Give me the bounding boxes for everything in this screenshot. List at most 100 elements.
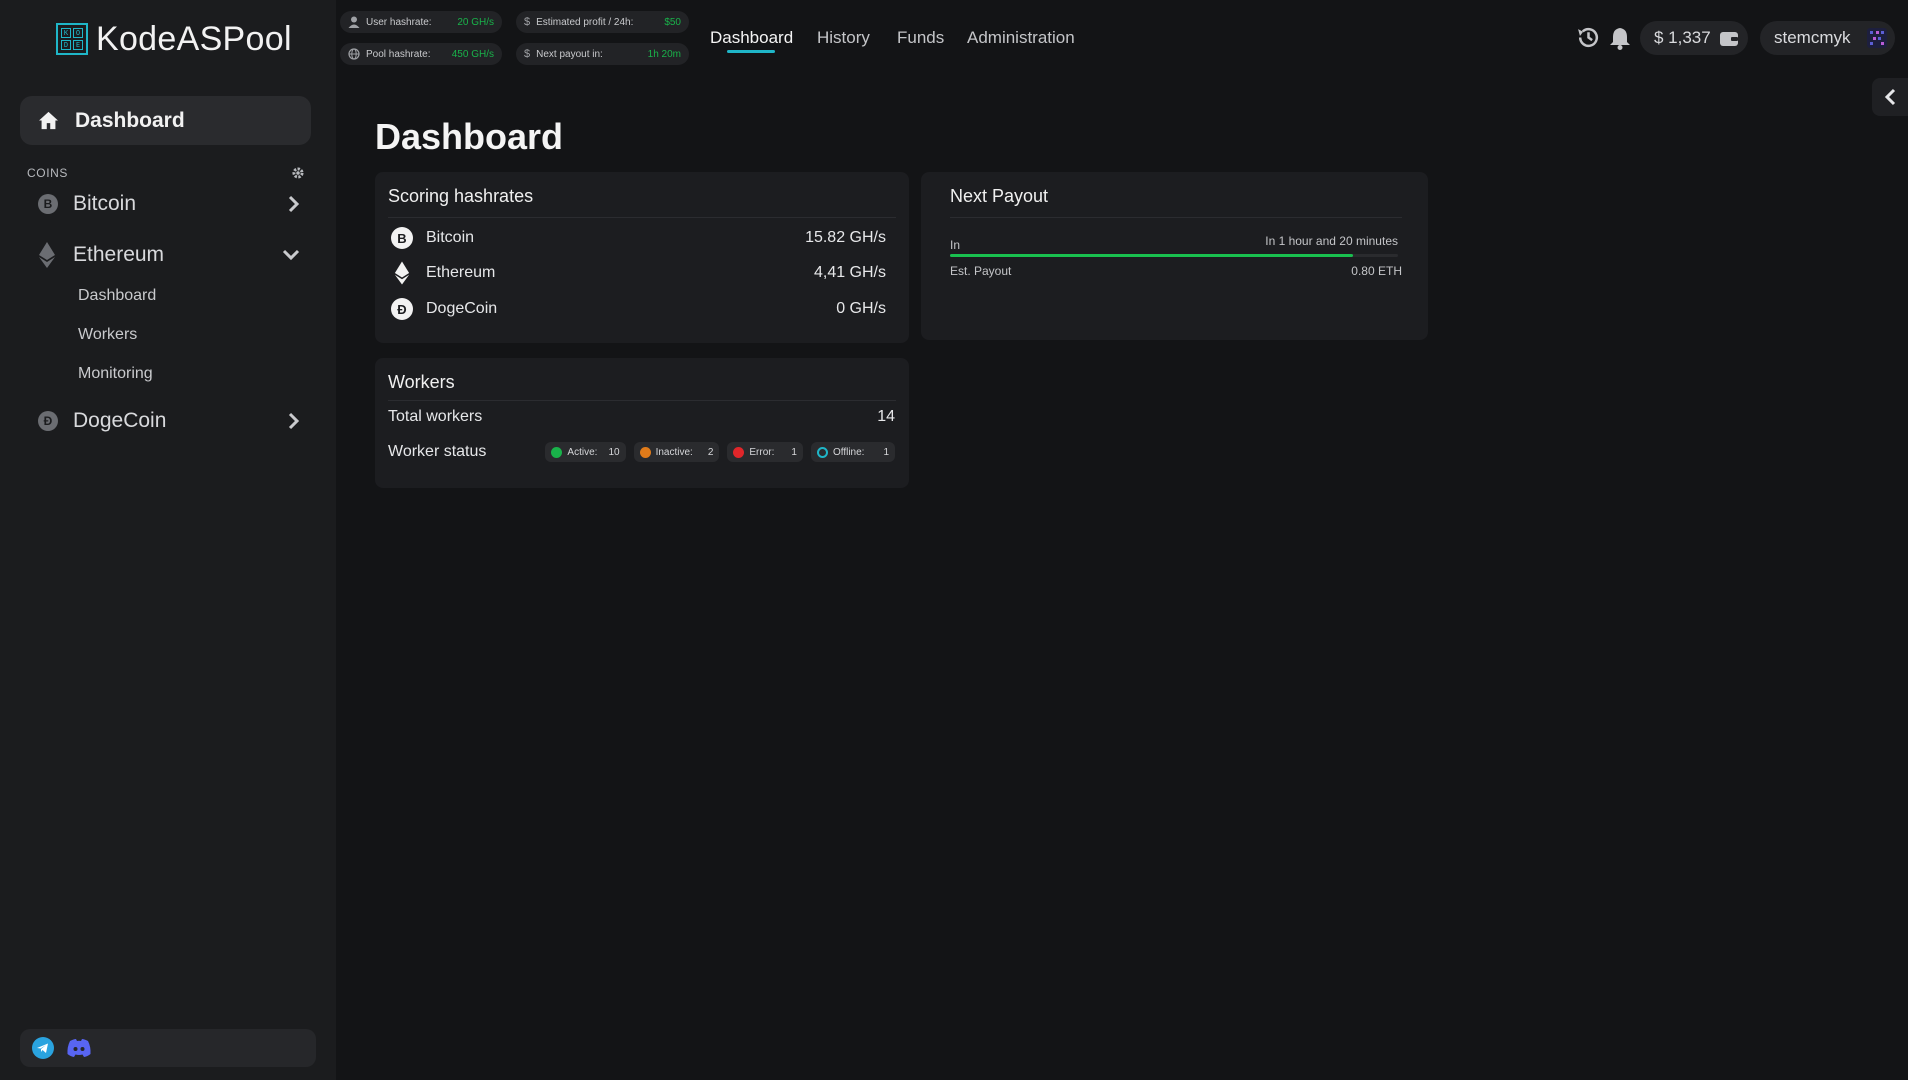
card-title: Next Payout bbox=[950, 186, 1049, 206]
scoring-hashrates-card: Scoring hashrates B Bitcoin 15.82 GH/s Et… bbox=[375, 172, 909, 343]
nav-history[interactable]: History bbox=[817, 28, 870, 48]
collapse-panel-button[interactable] bbox=[1872, 78, 1908, 116]
worker-status-badges: Active: 10 Inactive: 2 Error: 1 Offline:… bbox=[545, 442, 895, 462]
stat-label: Estimated profit / 24h: bbox=[536, 16, 634, 28]
payout-in-value: In 1 hour and 20 minutes bbox=[1265, 234, 1398, 248]
sidebar-item-dogecoin[interactable]: Đ DogeCoin bbox=[38, 409, 300, 433]
power-icon bbox=[816, 446, 828, 458]
sidebar-item-label: Bitcoin bbox=[73, 192, 137, 215]
ethereum-icon bbox=[391, 261, 413, 285]
page-title: Dashboard bbox=[375, 116, 564, 157]
total-workers-row: Total workers 14 bbox=[388, 408, 895, 426]
hashrate-row-bitcoin: B Bitcoin 15.82 GH/s bbox=[391, 227, 886, 249]
user-icon bbox=[348, 16, 360, 28]
payout-in-label: In bbox=[950, 238, 961, 252]
status-label: Active: bbox=[567, 446, 598, 458]
hashrate-row-ethereum: Ethereum 4,41 GH/s bbox=[391, 261, 886, 285]
logo-letter: D bbox=[61, 40, 71, 50]
chevron-left-icon bbox=[1884, 88, 1896, 106]
bell-icon[interactable] bbox=[1609, 26, 1631, 50]
sidebar-item-label: Dashboard bbox=[75, 108, 185, 132]
down-arrow-icon bbox=[639, 446, 651, 458]
brand-logo[interactable]: K O D E KodeASPool bbox=[56, 19, 292, 58]
dollar-icon: $ bbox=[524, 48, 531, 60]
stat-value: $50 bbox=[664, 16, 681, 28]
card-divider bbox=[950, 217, 1402, 218]
hashrate-value: 0 GH/s bbox=[836, 300, 886, 317]
chevron-down-icon bbox=[282, 249, 300, 261]
user-hashrate-pill: User hashrate: 20 GH/s bbox=[340, 11, 502, 33]
bitcoin-icon: B bbox=[38, 194, 58, 214]
sidebar-item-bitcoin[interactable]: B Bitcoin bbox=[38, 192, 300, 216]
telegram-icon[interactable] bbox=[32, 1037, 54, 1059]
stat-label: Pool hashrate: bbox=[366, 48, 431, 60]
logo-letter: K bbox=[61, 28, 71, 38]
sidebar-subitem-monitoring[interactable]: Monitoring bbox=[78, 365, 153, 383]
payout-progress-fill bbox=[950, 254, 1354, 257]
est-payout-value: 0.80 ETH bbox=[1351, 264, 1402, 278]
status-badge-active[interactable]: Active: 10 bbox=[545, 442, 626, 462]
history-icon[interactable] bbox=[1576, 25, 1601, 50]
avatar bbox=[1867, 28, 1887, 48]
chevron-right-icon bbox=[288, 412, 300, 430]
dogecoin-icon: Đ bbox=[391, 298, 413, 320]
next-payout-pill: $ Next payout in: 1h 20m bbox=[516, 43, 689, 65]
worker-status-row: Worker status Active: 10 Inactive: 2 Err… bbox=[388, 442, 895, 462]
chevron-right-icon bbox=[288, 195, 300, 213]
ethereum-icon bbox=[39, 242, 55, 268]
payout-progress-bar bbox=[950, 254, 1398, 257]
sidebar-subitem-workers[interactable]: Workers bbox=[78, 326, 137, 344]
logo-mark-icon: K O D E bbox=[56, 23, 88, 55]
wallet-icon bbox=[1720, 32, 1738, 46]
logo-letter: E bbox=[73, 40, 83, 50]
nav-administration[interactable]: Administration bbox=[967, 28, 1075, 48]
status-count: 1 bbox=[791, 446, 797, 458]
estimated-profit-pill: $ Estimated profit / 24h: $50 bbox=[516, 11, 689, 33]
hashrate-value: 15.82 GH/s bbox=[805, 229, 886, 246]
dollar-icon: $ bbox=[524, 16, 531, 28]
sidebar-item-label: Ethereum bbox=[73, 243, 165, 266]
gear-icon[interactable] bbox=[291, 166, 305, 180]
payout-time-row: In In 1 hour and 20 minutes bbox=[950, 234, 1402, 252]
bitcoin-icon: B bbox=[391, 227, 413, 249]
status-badge-offline[interactable]: Offline: 1 bbox=[810, 442, 895, 462]
check-icon bbox=[551, 446, 563, 458]
pool-hashrate-pill: Pool hashrate: 450 GH/s bbox=[340, 43, 502, 65]
discord-icon[interactable] bbox=[66, 1038, 92, 1058]
globe-icon bbox=[348, 48, 360, 60]
hashrate-value: 4,41 GH/s bbox=[813, 264, 886, 281]
user-menu-button[interactable]: stemcmyk bbox=[1760, 21, 1895, 55]
sidebar-item-label: DogeCoin bbox=[73, 409, 167, 432]
dogecoin-icon: Đ bbox=[38, 411, 58, 431]
home-icon bbox=[39, 111, 58, 130]
status-badge-inactive[interactable]: Inactive: 2 bbox=[633, 442, 720, 462]
nav-funds[interactable]: Funds bbox=[897, 28, 944, 48]
stat-value: 20 GH/s bbox=[457, 16, 494, 28]
est-payout-row: Est. Payout 0.80 ETH bbox=[950, 264, 1402, 278]
coin-name: Bitcoin bbox=[426, 229, 475, 246]
status-badge-error[interactable]: Error: 1 bbox=[727, 442, 803, 462]
nav-active-indicator bbox=[727, 50, 775, 53]
total-workers-value: 14 bbox=[877, 408, 895, 425]
status-count: 1 bbox=[883, 446, 889, 458]
stat-label: User hashrate: bbox=[366, 16, 432, 28]
wallet-balance: $ 1,337 bbox=[1654, 28, 1711, 47]
error-icon bbox=[733, 446, 745, 458]
brand-name: KodeASPool bbox=[96, 19, 292, 58]
social-links bbox=[20, 1029, 316, 1067]
next-payout-card: Next Payout In In 1 hour and 20 minutes … bbox=[921, 172, 1428, 340]
wallet-balance-button[interactable]: $ 1,337 bbox=[1640, 21, 1748, 55]
sidebar-item-ethereum[interactable]: Ethereum bbox=[38, 242, 300, 268]
status-label: Offline: bbox=[832, 446, 865, 458]
stat-value: 450 GH/s bbox=[451, 48, 494, 60]
sidebar-item-dashboard[interactable]: Dashboard bbox=[20, 96, 311, 145]
coins-section-header: COINS bbox=[27, 166, 305, 180]
sidebar-subitem-dashboard[interactable]: Dashboard bbox=[78, 287, 156, 305]
coin-name: Ethereum bbox=[426, 264, 496, 281]
card-title: Scoring hashrates bbox=[388, 186, 534, 206]
stat-label: Next payout in: bbox=[536, 48, 603, 60]
username: stemcmyk bbox=[1774, 28, 1851, 47]
card-divider bbox=[388, 400, 896, 401]
stat-value: 1h 20m bbox=[647, 48, 681, 60]
nav-dashboard[interactable]: Dashboard bbox=[710, 28, 793, 48]
